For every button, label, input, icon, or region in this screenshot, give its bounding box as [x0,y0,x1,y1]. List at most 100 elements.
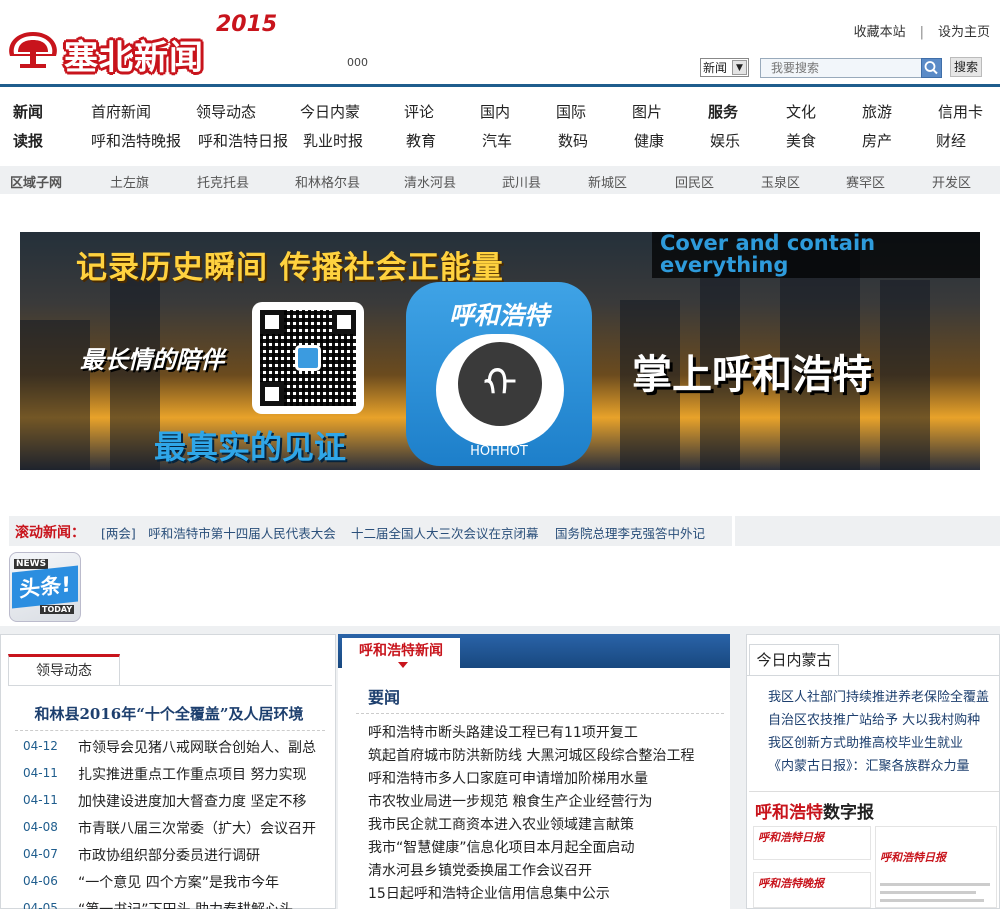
tab-hohhot-news[interactable]: 呼和浩特新闻 [342,638,460,668]
news-headline[interactable]: 我区创新方式助推高校毕业生就业 [768,732,963,751]
feature-headline[interactable]: 和林县2016年“十个全覆盖”及人居环境 [1,703,337,724]
region-item[interactable]: 和林格尔县 [295,172,360,191]
list-item-title[interactable]: 市青联八届三次常委（扩大）会议召开 [78,818,316,838]
news-headline[interactable]: 筑起首府城市防洪新防线 大黑河城区段综合整治工程 [368,745,694,765]
news-headline[interactable]: 自治区农技推广站给予 大以我村购种 [768,709,980,728]
nav-item[interactable]: 呼和浩特日报 [198,130,288,151]
search-channel-select[interactable]: 新闻 ▼ [700,58,749,77]
region-item[interactable]: 清水河县 [404,172,456,191]
badge-today-text: TODAY [40,605,75,614]
nav-item[interactable]: 今日内蒙 [300,101,360,122]
list-item[interactable]: 04-06 “一个意见 四个方案”是我市今年 [23,871,333,893]
paper-thumbnail-title: 呼和浩特日报 [880,851,946,864]
news-headline[interactable]: 我区人社部门持续推进养老保险全覆盖 [768,686,989,705]
nav-item[interactable]: 国际 [556,101,586,122]
region-item[interactable]: 回民区 [675,172,714,191]
nav-item[interactable]: 文化 [786,101,816,122]
digital-paper-title[interactable]: 呼和浩特数字报 [755,798,874,823]
nav-item[interactable]: 领导动态 [196,101,256,122]
news-headline[interactable]: 清水河县乡镇党委换届工作会议召开 [368,860,592,880]
scrolling-news-item[interactable]: [两会] 呼和浩特市第十四届人民代表大会 [101,523,336,542]
nav-item[interactable]: 图片 [632,101,662,122]
nav-item[interactable]: 读报 [13,130,43,151]
nav-item[interactable]: 评论 [404,101,434,122]
region-label: 区域子网 [10,176,63,191]
tab-leader-activities[interactable]: 领导动态 [8,654,120,686]
region-item[interactable]: 赛罕区 [846,172,885,191]
site-logo[interactable]: 塞北新闻 2015 [6,12,286,78]
paper-thumbnail[interactable]: 呼和浩特日报 [875,826,997,908]
news-headline[interactable]: 《内蒙古日报》：汇聚各族群众力量 [768,755,970,774]
nav-item[interactable]: 呼和浩特晚报 [91,130,181,151]
app-icon: 呼和浩特 ᠬ HOHHOT [406,282,592,466]
news-headline[interactable]: 15日起呼和浩特企业信用信息集中公示 [368,883,610,903]
top-links: 收藏本站 | 设为主页 [854,21,990,40]
nav-item[interactable]: 信用卡 [938,101,983,122]
list-item[interactable]: 04-07 市政协组织部分委员进行调研 [23,844,333,866]
app-icon-badge: ᠬ [436,334,564,446]
list-item[interactable]: 04-08 市青联八届三次常委（扩大）会议召开 [23,817,333,839]
search-input[interactable] [760,58,922,78]
nav-item[interactable]: 美食 [786,130,816,151]
list-item-title[interactable]: 市领导会见猪八戒网联合创始人、副总 [78,737,316,757]
scrolling-news-item[interactable]: 国务院总理李克强答中外记 [555,523,705,542]
region-item[interactable]: 新城区 [588,172,627,191]
list-item-title[interactable]: 市政协组织部分委员进行调研 [78,845,260,865]
header-divider [0,84,1000,87]
banner-english-box: Cover and contain everything [652,232,980,278]
paper-thumbnail[interactable]: 呼和浩特日报 [753,826,871,860]
nav-item[interactable]: 乳业时报 [303,130,363,151]
search-button[interactable]: 搜索 [950,57,982,77]
region-item[interactable]: 托克托县 [197,172,249,191]
nav-item[interactable]: 财经 [936,130,966,151]
region-item[interactable]: 土左旗 [110,172,149,191]
list-item[interactable]: 04-12 市领导会见猪八戒网联合创始人、副总 [23,736,333,758]
promo-banner[interactable]: 记录历史瞬间 传播社会正能量 Cover and contain everyth… [20,232,980,470]
scrolling-news-item[interactable]: 十二届全国人大三次会议在京闭幕 [351,523,539,542]
news-headline[interactable]: 呼和浩特市断头路建设工程已有11项开复工 [368,722,638,742]
region-item[interactable]: 开发区 [932,172,971,191]
news-headline[interactable]: 市农牧业局进一步规范 粮食生产企业经营行为 [368,791,652,811]
nav-item[interactable]: 健康 [634,130,664,151]
nav-item[interactable]: 数码 [558,130,588,151]
nav-item[interactable]: 国内 [480,101,510,122]
list-item-date: 04-06 [23,874,58,888]
nav-item[interactable]: 娱乐 [710,130,740,151]
logo-year: 2015 [216,12,278,37]
news-headline[interactable]: 我市民企就工商资本进入农业领域建言献策 [368,814,634,834]
region-item[interactable]: 武川县 [502,172,541,191]
list-item-title[interactable]: 加快建设进度加大督查力度 坚定不移 [78,791,306,811]
scrolling-news: 滚动新闻： [两会] 呼和浩特市第十四届人民代表大会 十二届全国人大三次会议在京… [9,516,732,546]
list-item[interactable]: 04-05 “第一书记”下田头 助力春耕解心头 [23,898,333,909]
inner-mongolia-panel: 今日内蒙古 我区人社部门持续推进养老保险全覆盖 自治区农技推广站给予 大以我村购种… [746,634,1000,909]
list-item-title[interactable]: “第一书记”下田头 助力春耕解心头 [78,899,293,909]
nav-item[interactable]: 首府新闻 [91,101,151,122]
nav-item[interactable]: 汽车 [482,130,512,151]
banner-english-line1: Cover and contain [660,232,876,255]
list-item-date: 04-11 [23,766,58,780]
digital-paper-section: 呼和浩特数字报 呼和浩特日报 呼和浩特晚报 呼和浩特日报 [749,791,999,909]
paper-thumbnail[interactable]: 呼和浩特晚报 [753,872,871,908]
list-item-title[interactable]: “一个意见 四个方案”是我市今年 [78,872,279,892]
list-item-title[interactable]: 扎实推进重点工作重点项目 努力实现 [78,764,306,784]
nav-item[interactable]: 房产 [862,130,892,151]
nav-item[interactable]: 服务 [708,101,738,122]
nav-item[interactable]: 教育 [406,130,436,151]
region-item[interactable]: 玉泉区 [761,172,800,191]
list-item-date: 04-11 [23,793,58,807]
list-item[interactable]: 04-11 扎实推进重点工作重点项目 努力实现 [23,763,333,785]
set-homepage-link[interactable]: 设为主页 [938,25,990,40]
list-item[interactable]: 04-11 加快建设进度加大督查力度 坚定不移 [23,790,333,812]
tab-inner-mongolia-today[interactable]: 今日内蒙古 [749,644,839,676]
bookmark-site-link[interactable]: 收藏本站 [854,25,906,40]
news-headline[interactable]: 呼和浩特市多人口家庭可申请增加阶梯用水量 [368,768,648,788]
chevron-down-icon: ▼ [732,60,747,75]
search-icon[interactable] [921,58,942,78]
main-nav: 新闻 首府新闻 领导动态 今日内蒙 评论 国内 国际 图片 服务 文化 旅游 信用卡 读报 呼和浩特晚报… [0,97,1000,159]
nav-item[interactable]: 旅游 [862,101,892,122]
scrolling-news-label: 滚动新闻： [15,525,85,541]
headlines-today-badge[interactable]: NEWS 头条! TODAY [9,552,81,622]
news-headline[interactable]: 我市“智慧健康”信息化项目本月起全面启动 [368,837,635,857]
divider [15,730,325,731]
nav-item[interactable]: 新闻 [13,101,43,122]
